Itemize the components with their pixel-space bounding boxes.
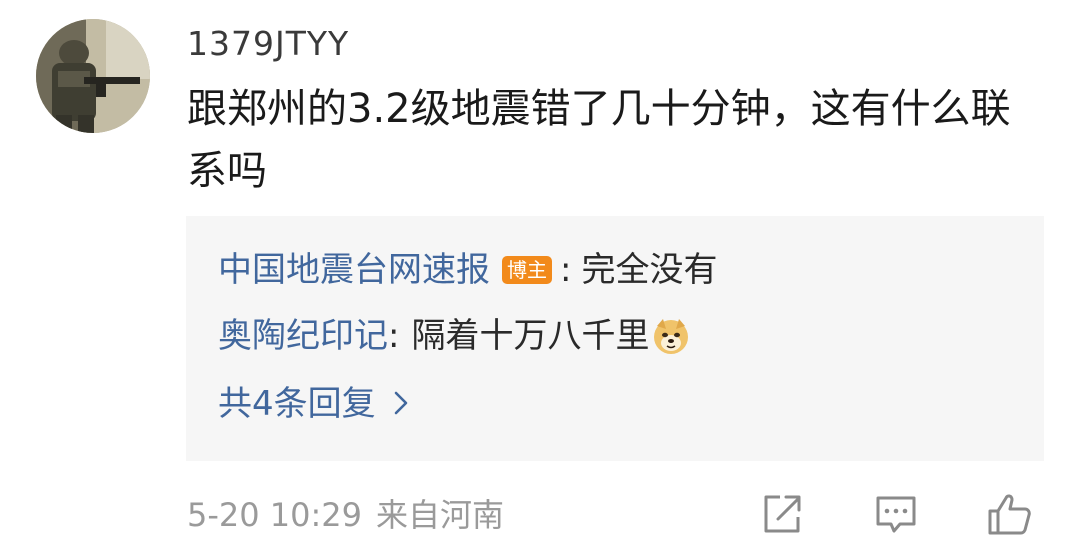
comment-icon (876, 496, 916, 533)
reply-item: 奥陶纪印记 : 隔着十万八千里 (218, 312, 691, 360)
reply-colon: : (560, 250, 572, 290)
doge-emoji-icon (651, 316, 691, 356)
avatar-image (36, 19, 150, 133)
thumbs-up-icon (988, 494, 1031, 535)
view-more-replies-link[interactable]: 共4条回复 (218, 380, 408, 428)
avatar[interactable] (36, 19, 150, 133)
reply-item: 中国地震台网速报 博主 : 完全没有 (218, 246, 717, 294)
reply-author[interactable]: 奥陶纪印记 (218, 312, 388, 360)
reply-colon: : (388, 316, 400, 356)
comment-button[interactable] (872, 490, 920, 538)
share-button[interactable] (758, 490, 806, 538)
comment-meta: 5-20 10:29 来自河南 (187, 495, 504, 535)
chevron-right-icon (394, 380, 408, 428)
username[interactable]: 1379JTYY (187, 24, 349, 64)
reply-text: 隔着十万八千里 (411, 316, 650, 356)
like-button[interactable] (985, 490, 1033, 538)
comment-text: 跟郑州的3.2级地震错了几十分钟，这有什么联系吗 (187, 86, 1011, 194)
reply-preview-box[interactable]: 中国地震台网速报 博主 : 完全没有 奥陶纪印记 : 隔着十万八千里 共4条回复 (186, 216, 1044, 461)
reply-author[interactable]: 中国地震台网速报 (218, 246, 490, 294)
comment-timestamp: 5-20 10:29 (187, 496, 363, 534)
author-badge: 博主 (502, 256, 552, 284)
share-icon (764, 495, 801, 533)
comment-location: 来自河南 (376, 496, 505, 534)
reply-text: 完全没有 (581, 250, 718, 290)
more-replies-label[interactable]: 共4条回复 (218, 380, 376, 428)
